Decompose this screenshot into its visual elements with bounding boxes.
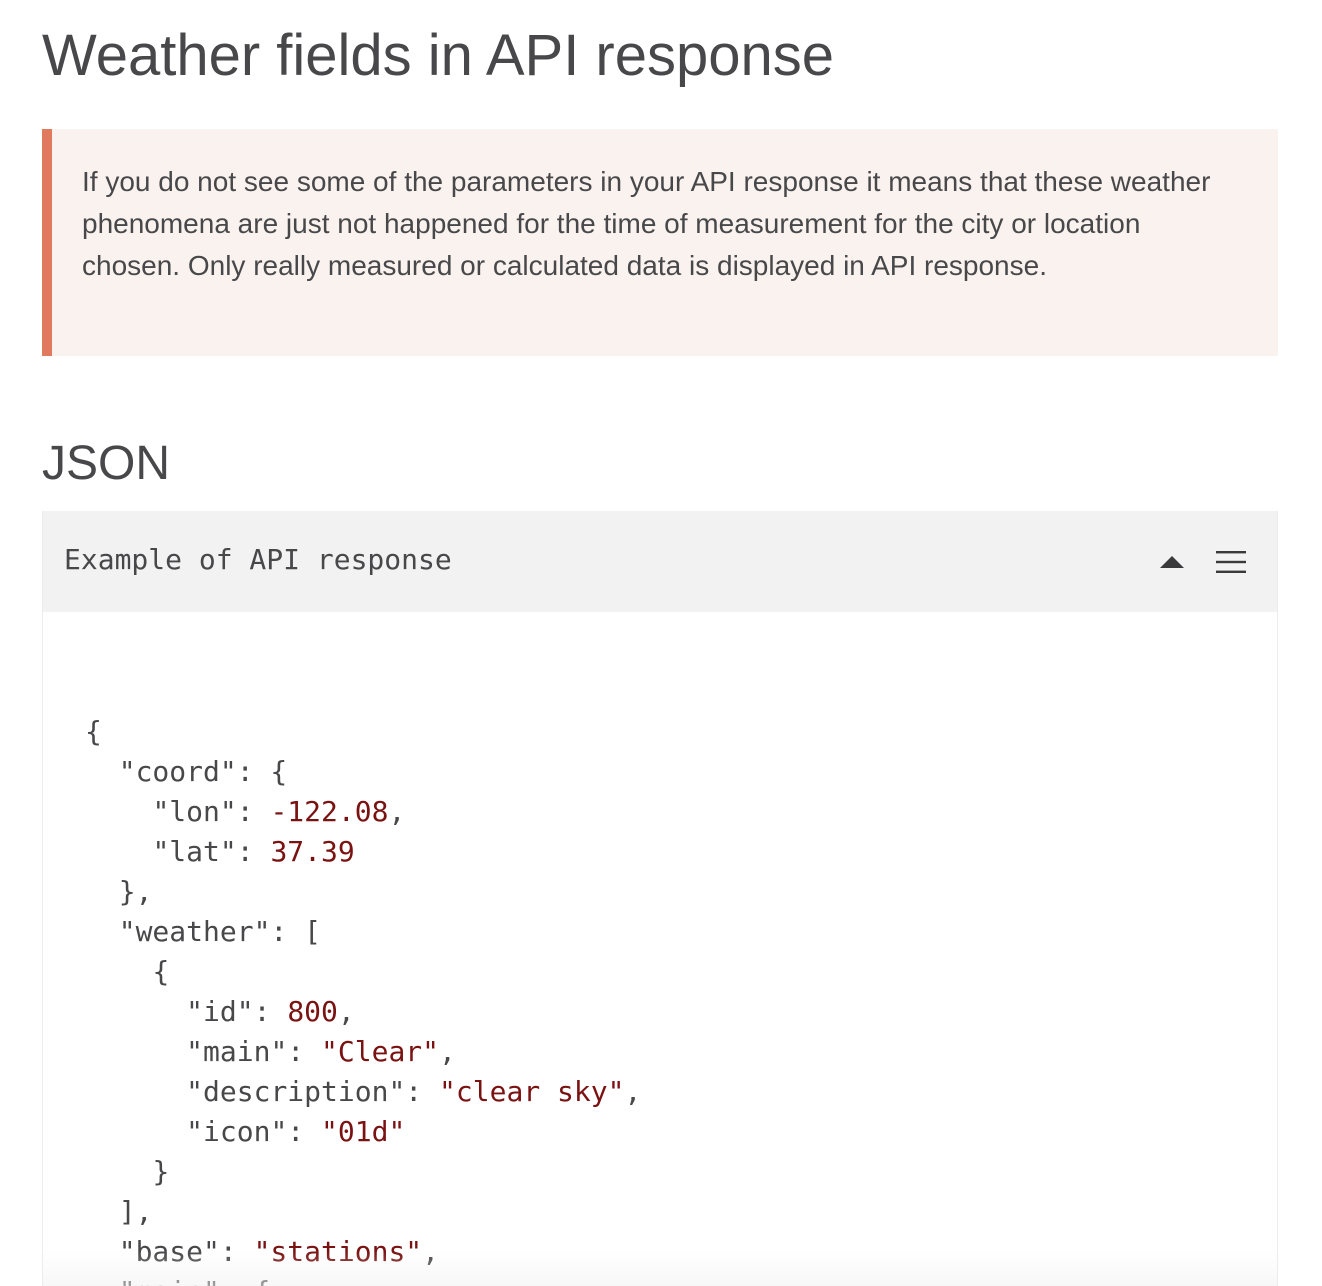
json-value: "01d" [321,1115,406,1148]
json-value: 37.39 [270,835,355,868]
json-code-block: { "coord": { "lon": -122.08, "lat": 37.3… [85,712,641,1286]
code-line: "coord": { [85,752,641,792]
code-line: "lat": 37.39 [85,832,641,872]
code-line: "icon": "01d" [85,1112,641,1152]
json-token: "base": [118,1235,254,1268]
json-token: } [152,1155,170,1188]
json-value: 800 [287,995,338,1028]
json-token: , [439,1035,456,1068]
json-token: "main": { [119,1275,271,1286]
code-line: "weather": [ [85,912,641,952]
hamburger-menu-icon[interactable] [1215,549,1247,575]
page-title: Weather fields in API response [42,23,835,88]
json-value: "Clear" [321,1035,440,1068]
code-line: ], [85,1192,641,1232]
info-alert: If you do not see some of the parameters… [42,129,1278,356]
json-token: , [337,995,355,1028]
json-token: ], [118,1195,153,1228]
json-value: "stations" [253,1235,423,1268]
json-value: -122.08 [270,795,389,828]
code-panel-title: Example of API response [64,543,452,576]
code-line: "base": "stations", [85,1232,641,1272]
code-panel: Example of API response { "coord": { "lo… [42,511,1278,1286]
json-token: "coord": { [118,755,288,788]
section-title-json: JSON [42,437,171,490]
code-line: { [85,952,641,992]
json-value: "clear sky" [439,1075,625,1108]
json-token: "lon": [152,795,271,828]
json-token: , [624,1075,642,1108]
code-line: "lon": -122.08, [85,792,641,832]
json-token: , [388,795,406,828]
json-token: }, [118,875,153,908]
code-panel-body: { "coord": { "lon": -122.08, "lat": 37.3… [43,612,1277,1286]
code-line: }, [85,872,641,912]
code-line: "id": 800, [85,992,641,1032]
json-token: "weather": [ [118,915,322,948]
json-token: "icon": [186,1115,322,1148]
code-line: "description": "clear sky", [85,1072,641,1112]
alert-text: If you do not see some of the parameters… [82,166,1211,281]
code-line: { [85,712,641,752]
code-panel-header[interactable]: Example of API response [43,511,1277,612]
json-token: "main": [186,1035,322,1068]
triangle-up-icon[interactable] [1159,553,1185,571]
json-token: { [85,715,102,748]
code-line: "main": "Clear", [85,1032,641,1072]
json-token: , [422,1235,440,1268]
code-line: } [85,1152,641,1192]
json-token: "description": [186,1075,440,1108]
code-line: "main": { [85,1272,641,1286]
json-token: "id": [186,995,288,1028]
json-token: "lat": [152,835,271,868]
json-token: { [152,955,170,988]
